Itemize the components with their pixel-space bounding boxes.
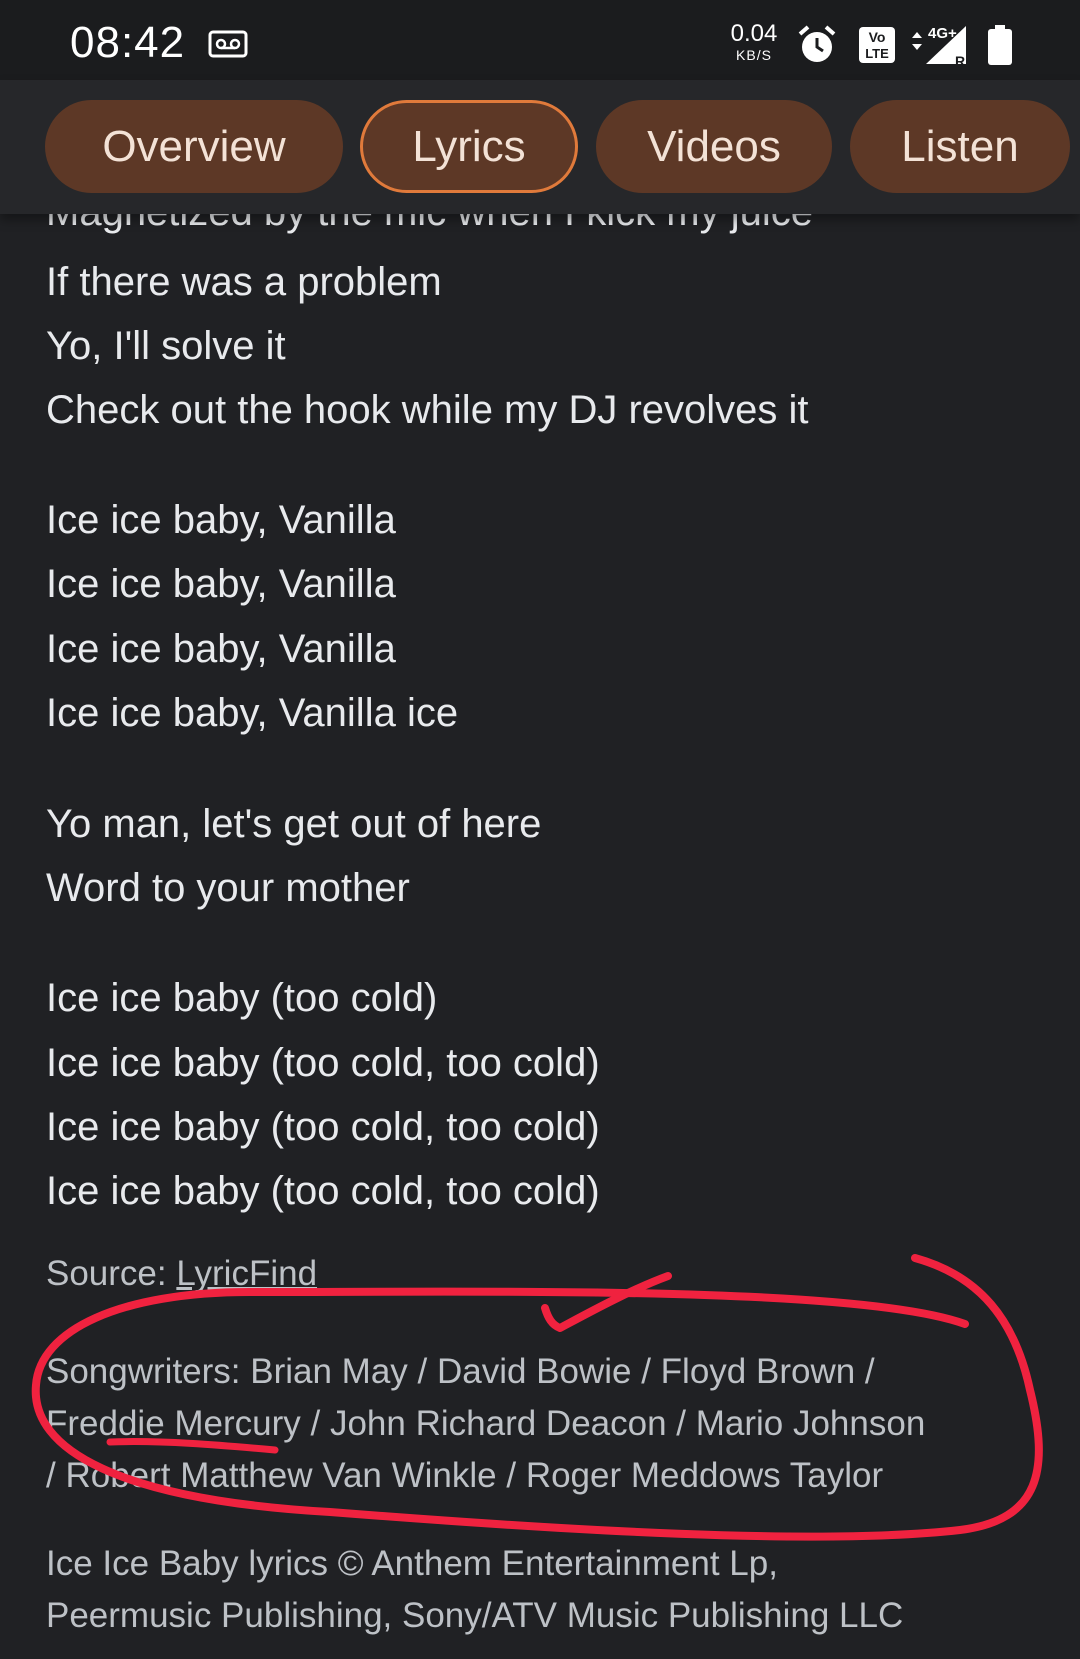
lyric-line: Check out the hook while my DJ revolves … (46, 388, 809, 432)
lyric-line: Ice ice baby, Vanilla (46, 562, 396, 606)
lyric-line: Ice ice baby (too cold, too cold) (46, 1041, 600, 1085)
lyric-line: Yo, I'll solve it (46, 324, 286, 368)
network-type-text: 4G+ (928, 25, 957, 42)
volte-icon: Vo LTE (859, 27, 895, 63)
lyric-line: Ice ice baby, Vanilla (46, 498, 396, 542)
source-prefix: Source: (46, 1254, 177, 1293)
lyric-line: Ice ice baby, Vanilla (46, 627, 396, 671)
lyrics-source: Source: LyricFind (46, 1254, 317, 1294)
voicemail-icon (208, 30, 248, 58)
status-time: 08:42 (70, 18, 186, 67)
tab-videos[interactable]: Videos (596, 100, 832, 193)
copyright-line: Peermusic Publishing, Sony/ATV Music Pub… (46, 1596, 904, 1635)
battery-icon (988, 25, 1012, 65)
tab-bar: Overview Lyrics Videos Listen (0, 80, 1080, 214)
songwriters-line: Songwriters: Brian May / David Bowie / F… (46, 1352, 875, 1391)
roaming-text: R (955, 53, 965, 68)
lyric-line: Ice ice baby (too cold) (46, 976, 438, 1020)
lyric-line: If there was a problem (46, 260, 442, 304)
source-link[interactable]: LyricFind (176, 1254, 317, 1293)
copyright-line: Ice Ice Baby lyrics © Anthem Entertainme… (46, 1544, 778, 1583)
tab-lyrics[interactable]: Lyrics (360, 100, 578, 193)
net-speed: 0.04 KB/S (728, 20, 780, 63)
volte-bottom-text: LTE (865, 46, 889, 61)
tab-listen[interactable]: Listen (850, 100, 1070, 193)
alarm-icon (798, 25, 836, 62)
songwriters-line: / Robert Matthew Van Winkle / Roger Medd… (46, 1456, 884, 1495)
songwriters-line: Freddie Mercury / John Richard Deacon / … (46, 1404, 926, 1443)
lyric-line: Ice ice baby (too cold, too cold) (46, 1105, 600, 1149)
volte-top-text: Vo (869, 29, 886, 45)
lyric-line: Word to your mother (46, 866, 410, 910)
tab-overview[interactable]: Overview (45, 100, 343, 193)
lyric-line: Yo man, let's get out of here (46, 802, 542, 846)
lyric-line: Ice ice baby (too cold, too cold) (46, 1169, 600, 1213)
signal-4g-icon: 4G+ R (912, 25, 966, 68)
annotation-checkmark (541, 1272, 672, 1332)
lyric-line: Ice ice baby, Vanilla ice (46, 691, 459, 735)
net-speed-value: 0.04 (730, 20, 778, 47)
status-bar: 08:42 0.04 KB/S Vo LTE 4G+ R (0, 0, 1080, 80)
net-speed-unit: KB/S (736, 47, 772, 63)
